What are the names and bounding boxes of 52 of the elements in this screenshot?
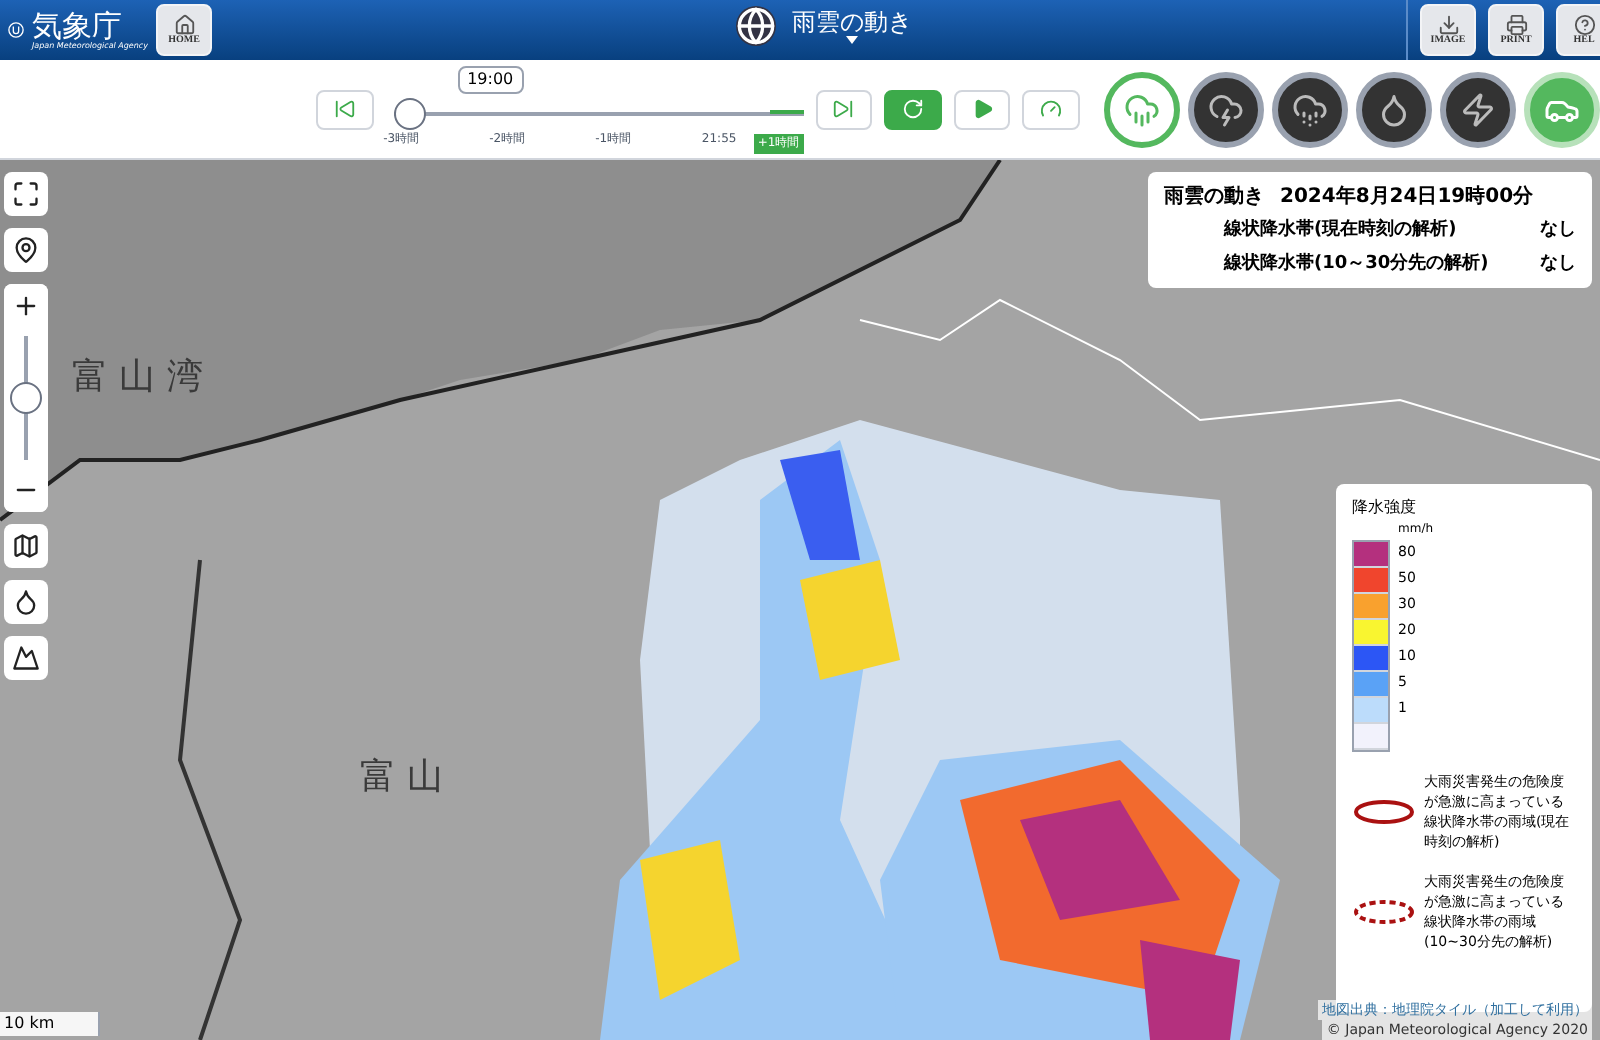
- thunder-icon: [1207, 91, 1244, 127]
- time-slider[interactable]: [393, 97, 804, 129]
- info-label: 線状降水帯(現在時刻の解析): [1224, 218, 1457, 244]
- slider-thumb[interactable]: [393, 97, 426, 129]
- ellipse-icon: [1352, 798, 1416, 826]
- scale-bar: 10 km: [0, 1012, 100, 1036]
- latest-icon: [902, 98, 925, 120]
- dashed-ellipse-icon: [1352, 898, 1416, 926]
- playback-button[interactable]: [953, 89, 1011, 129]
- download-icon: [1437, 14, 1459, 36]
- title-dropdown[interactable]: 雨雲の動き: [792, 8, 912, 44]
- speed-icon: [1040, 98, 1063, 120]
- terrain-icon: [12, 644, 40, 672]
- rain-icon: [1123, 91, 1160, 127]
- layer-button[interactable]: [1187, 71, 1264, 147]
- info-title: 雨雲の動き: [1164, 183, 1264, 212]
- map-layer-icon: [12, 532, 40, 560]
- layer-button[interactable]: [1271, 71, 1348, 147]
- water-icon: [12, 588, 40, 616]
- layer-button[interactable]: [1439, 71, 1516, 147]
- legend-title: 降水強度: [1352, 496, 1418, 520]
- print-icon: [1505, 14, 1527, 36]
- first-icon: [333, 98, 356, 120]
- playback-button[interactable]: [815, 89, 873, 129]
- zoom-thumb[interactable]: [10, 382, 42, 414]
- map-label: 富 山 湾: [72, 354, 203, 402]
- zoom-in-icon: [12, 292, 40, 320]
- water-button[interactable]: [4, 580, 48, 624]
- home-icon: [173, 14, 195, 36]
- playback-button[interactable]: [1022, 89, 1080, 129]
- help-icon: [1573, 14, 1595, 36]
- fullscreen-button[interactable]: [4, 172, 48, 216]
- info-label: 線状降水帯(10～30分先の解析): [1224, 251, 1489, 277]
- last-icon: [832, 98, 855, 120]
- layer-button[interactable]: [1355, 71, 1432, 147]
- info-datetime: 2024年8月24日19時00分: [1280, 183, 1534, 212]
- playback-button[interactable]: [884, 89, 942, 129]
- time-label: 19:00: [457, 65, 524, 93]
- fullscreen-icon: [12, 180, 40, 208]
- map-layer-button[interactable]: [4, 524, 48, 568]
- terrain-button[interactable]: [4, 636, 48, 680]
- globe-icon: [736, 6, 776, 46]
- play-icon: [971, 98, 994, 120]
- playback-button[interactable]: [316, 89, 374, 129]
- caret-icon: [846, 36, 858, 44]
- lightning-icon: [1459, 91, 1496, 127]
- info-value: なし: [1540, 218, 1576, 244]
- logo-text: 気象庁: [32, 10, 122, 42]
- map-label: 富 山: [360, 754, 444, 802]
- location-icon: [12, 236, 40, 264]
- location-button[interactable]: [4, 228, 48, 272]
- info-value: なし: [1540, 251, 1576, 277]
